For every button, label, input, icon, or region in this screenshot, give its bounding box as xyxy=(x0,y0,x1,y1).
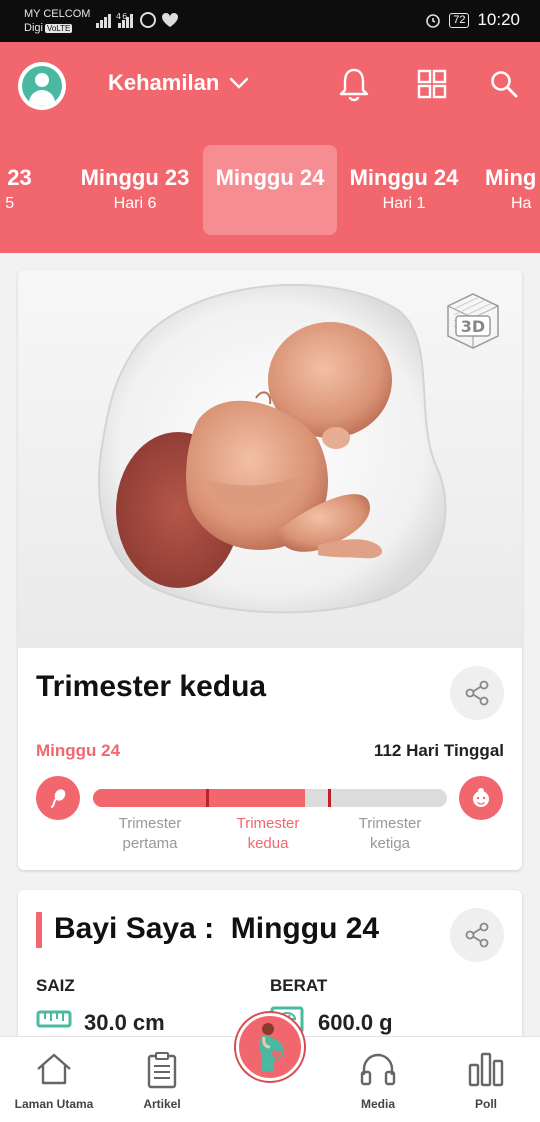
trimester-label-2: Trimester kedua xyxy=(236,815,300,852)
fetus-image[interactable]: 3D xyxy=(18,270,522,648)
alarm-icon xyxy=(426,14,441,28)
week-tab-label: Minggu 24 xyxy=(215,165,325,190)
trimester-divider xyxy=(328,789,331,807)
grid-icon xyxy=(417,69,447,99)
carrier-info: MY CELCOM Digi VoLTE xyxy=(24,7,90,36)
trimester-progress-bar xyxy=(93,789,447,807)
clock: 10:20 xyxy=(477,10,520,29)
pregnancy-center-button[interactable] xyxy=(236,1013,304,1081)
user-icon xyxy=(22,66,62,106)
size-value: 30.0 cm xyxy=(84,1010,165,1035)
share-button[interactable] xyxy=(450,908,504,962)
week-tab-day: Hari 1 xyxy=(382,195,426,212)
status-bar: MY CELCOM Digi VoLTE 46 72 10:20 xyxy=(0,0,540,42)
section-marker xyxy=(36,912,42,948)
week-tab[interactable]: Minggu 23 Hari 6 xyxy=(68,145,202,235)
week-tab-day: ri 5 xyxy=(0,195,15,212)
carrier-name-2: Digi xyxy=(24,22,43,34)
size-label: SAIZ xyxy=(36,976,75,995)
nav-home-label: Laman Utama xyxy=(14,1097,94,1111)
current-week-label: Minggu 24 xyxy=(36,741,121,760)
share-icon xyxy=(465,922,489,948)
week-tab[interactable]: Minggu 24 Hari 1 xyxy=(337,145,471,235)
week-tab-day: Ha xyxy=(511,195,532,212)
clipboard-icon xyxy=(147,1052,177,1089)
week-selector: gu 23 ri 5 Minggu 23 Hari 6 Minggu 24 Mi… xyxy=(0,145,540,235)
nav-poll[interactable]: Poll xyxy=(432,1037,540,1122)
search-icon xyxy=(491,71,518,98)
signal-icon: 46 xyxy=(96,11,182,32)
nav-home[interactable]: Laman Utama xyxy=(0,1037,108,1122)
3d-cube-icon: 3D xyxy=(447,293,499,349)
grid-menu-button[interactable] xyxy=(414,66,450,102)
notification-button[interactable] xyxy=(336,66,372,102)
week-tab-label: Ming xyxy=(485,165,537,190)
baby-face-icon xyxy=(473,788,489,807)
nav-articles-label: Artikel xyxy=(143,1097,181,1111)
ruler-icon xyxy=(36,1008,72,1035)
bell-icon xyxy=(339,68,369,101)
conception-marker xyxy=(36,776,80,820)
mode-dropdown[interactable]: Kehamilan xyxy=(108,70,249,96)
search-button[interactable] xyxy=(486,66,522,102)
nav-articles[interactable]: Artikel xyxy=(108,1037,216,1122)
page-title: Kehamilan xyxy=(108,70,220,95)
week-tab-active[interactable]: Minggu 24 xyxy=(203,145,337,235)
trimester-title: Trimester kedua xyxy=(36,670,267,703)
week-tab-label: Minggu 23 xyxy=(80,165,190,190)
share-icon xyxy=(465,680,489,706)
trimester-divider xyxy=(206,789,209,807)
nav-media[interactable]: Media xyxy=(324,1037,432,1122)
nav-media-label: Media xyxy=(360,1097,395,1111)
chevron-down-icon xyxy=(230,77,249,89)
week-tab[interactable]: Ming Ha xyxy=(472,145,540,235)
week-tab-day: Hari 6 xyxy=(113,195,157,212)
trimester-label-3: Trimester ketiga xyxy=(358,815,422,852)
pregnant-mother-icon xyxy=(259,1023,284,1071)
trimester-card: 3D Trimester kedua Minggu 24 112 Hari Ti… xyxy=(18,270,522,870)
headphones-icon xyxy=(360,1053,396,1086)
battery-icon: 72 xyxy=(449,12,470,28)
home-icon xyxy=(37,1053,71,1085)
days-left-label: 112 Hari Tinggal xyxy=(373,741,504,760)
volte-badge: VoLTE xyxy=(44,24,73,33)
progress-fill xyxy=(93,789,305,807)
week-tab[interactable]: gu 23 ri 5 xyxy=(0,145,70,235)
week-tab-label: gu 23 xyxy=(0,165,32,190)
trimester-label-1: Trimester pertama xyxy=(118,815,182,852)
week-tab-label: Minggu 24 xyxy=(349,165,459,190)
avatar[interactable] xyxy=(18,62,66,110)
carrier-name: MY CELCOM xyxy=(24,8,91,20)
baby-title: Bayi Saya : Minggu 24 xyxy=(54,912,380,945)
sperm-icon xyxy=(51,789,66,808)
weight-label: BERAT xyxy=(270,976,328,995)
weight-value: 600.0 g xyxy=(318,1010,393,1035)
status-right: 72 10:20 xyxy=(425,10,520,30)
app-header: Kehamilan gu 23 ri 5 Minggu 23 Hari 6 Mi… xyxy=(0,42,540,253)
nav-poll-label: Poll xyxy=(474,1097,497,1111)
3d-view-button[interactable]: 3D xyxy=(442,290,504,357)
birth-marker xyxy=(459,776,503,820)
3d-label: 3D xyxy=(461,317,485,336)
bar-chart-icon xyxy=(468,1052,504,1087)
share-button[interactable] xyxy=(450,666,504,720)
